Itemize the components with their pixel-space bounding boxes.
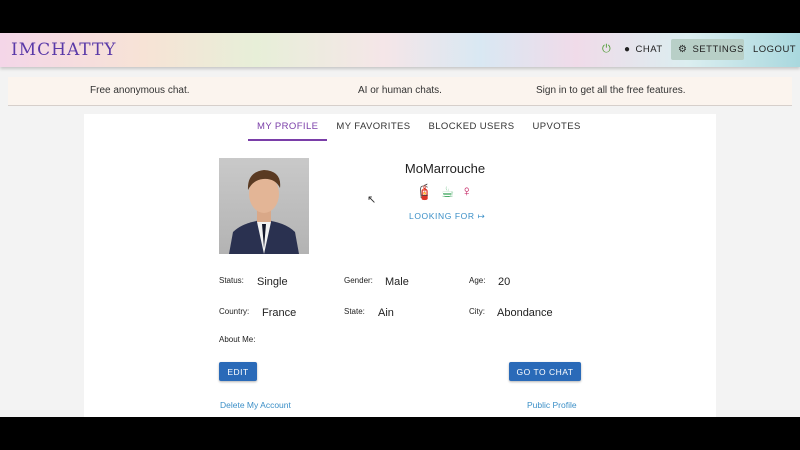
country-label: Country: [219, 307, 250, 316]
female-symbol-icon: ♀ [461, 183, 473, 200]
delete-account-link[interactable]: Delete My Account [220, 400, 291, 410]
coffee-cup-icon: ☕ [440, 184, 455, 201]
arrow-right-icon: ↦ [477, 211, 486, 221]
chat-nav-button[interactable]: ● CHAT [624, 39, 663, 60]
tab-blocked-users[interactable]: BLOCKED USERS [420, 114, 524, 141]
looking-for-link[interactable]: LOOKING FOR ↦ [409, 211, 485, 222]
about-label: About Me: [219, 335, 256, 344]
mouse-cursor-icon: ↖ [367, 194, 377, 206]
status-value: Single [257, 276, 288, 288]
logout-nav-button[interactable]: LOGOUT [753, 39, 796, 60]
info-banner: Free anonymous chat. AI or human chats. … [8, 77, 792, 106]
gear-icon: ⚙ [678, 44, 688, 55]
country-value: France [262, 307, 297, 319]
city-label: City: [469, 307, 485, 316]
status-label: Status: [219, 276, 244, 285]
banner-text-3: Sign in to get all the free features. [536, 85, 686, 96]
settings-nav-label: SETTINGS [692, 44, 744, 55]
app-logo[interactable]: IMCHATTY [11, 40, 117, 60]
age-label: Age: [469, 276, 486, 285]
avatar [219, 158, 309, 254]
chat-nav-label: CHAT [635, 44, 663, 55]
app-bar: IMCHATTY ⏻ ● CHAT ⚙ SETTINGS LOGOUT [0, 33, 800, 67]
public-profile-link[interactable]: Public Profile [527, 400, 577, 410]
profile-tabs: MY PROFILE MY FAVORITES BLOCKED USERS UP… [248, 114, 590, 142]
profile-username: MoMarrouche [404, 161, 486, 176]
gender-label: Gender: [344, 276, 373, 285]
edit-button[interactable]: EDIT [219, 362, 257, 381]
city-value: Abondance [497, 307, 553, 319]
tab-my-profile[interactable]: MY PROFILE [248, 114, 328, 141]
state-label: State: [344, 307, 365, 316]
app-viewport: IMCHATTY ⏻ ● CHAT ⚙ SETTINGS LOGOUT Free… [0, 33, 800, 417]
tab-my-favorites[interactable]: MY FAVORITES [327, 114, 419, 141]
banner-text-2: AI or human chats. [358, 85, 442, 96]
chat-bubble-icon: ● [624, 44, 631, 55]
age-value: 20 [498, 276, 511, 288]
preference-icons: 🧯 ☕ ♀ [415, 183, 472, 201]
state-value: Ain [378, 307, 394, 319]
plug-icon[interactable]: ⏻ [602, 39, 611, 60]
tab-upvotes[interactable]: UPVOTES [524, 114, 590, 141]
settings-nav-button[interactable]: ⚙ SETTINGS [671, 39, 744, 60]
gender-value: Male [385, 276, 409, 288]
fire-extinguisher-icon: 🧯 [415, 184, 434, 201]
go-to-chat-button[interactable]: GO TO CHAT [509, 362, 581, 381]
banner-text-1: Free anonymous chat. [90, 85, 190, 96]
profile-panel: MY PROFILE MY FAVORITES BLOCKED USERS UP… [84, 114, 716, 417]
profile-card: MoMarrouche 🧯 ☕ ♀ LOOKING FOR ↦ Status: … [210, 152, 590, 417]
looking-for-label: LOOKING FOR [409, 211, 475, 221]
